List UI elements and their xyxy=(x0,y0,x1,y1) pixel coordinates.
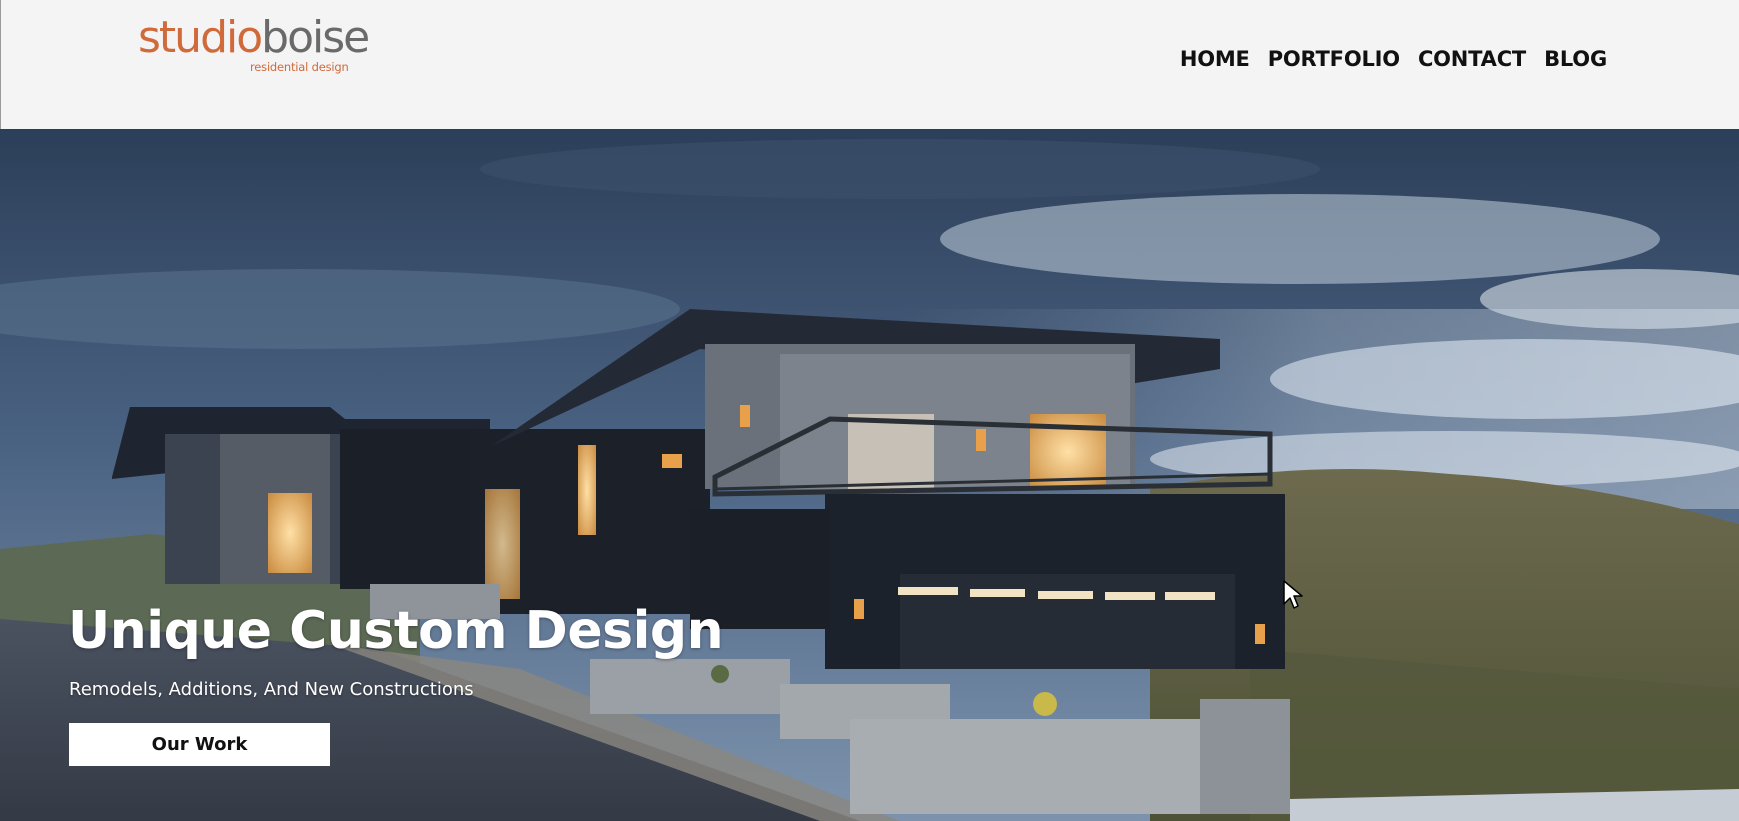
hero-title: Unique Custom Design xyxy=(68,601,724,661)
logo-wordmark: studioboise xyxy=(138,12,370,64)
mouse-pointer-icon xyxy=(1283,580,1303,609)
logo-link[interactable]: studioboise residential design xyxy=(138,12,370,78)
logo-tagline: residential design xyxy=(250,60,349,74)
main-nav: HOME PORTFOLIO CONTACT BLOG xyxy=(1180,44,1607,74)
nav-contact-link[interactable]: CONTACT xyxy=(1418,44,1526,74)
hero-section: Unique Custom Design Remodels, Additions… xyxy=(0,129,1739,821)
nav-home-link[interactable]: HOME xyxy=(1180,44,1250,74)
logo-word-studio: studio xyxy=(138,12,263,63)
our-work-button[interactable]: Our Work xyxy=(69,723,330,766)
page: studioboise residential design HOME PORT… xyxy=(0,0,1739,821)
logo-word-boise: boise xyxy=(261,12,370,63)
nav-blog-link[interactable]: BLOG xyxy=(1544,44,1607,74)
site-header: studioboise residential design HOME PORT… xyxy=(0,0,1739,129)
hero-image xyxy=(0,129,1739,821)
nav-portfolio-link[interactable]: PORTFOLIO xyxy=(1268,44,1400,74)
hero-subtitle: Remodels, Additions, And New Constructio… xyxy=(69,679,474,700)
